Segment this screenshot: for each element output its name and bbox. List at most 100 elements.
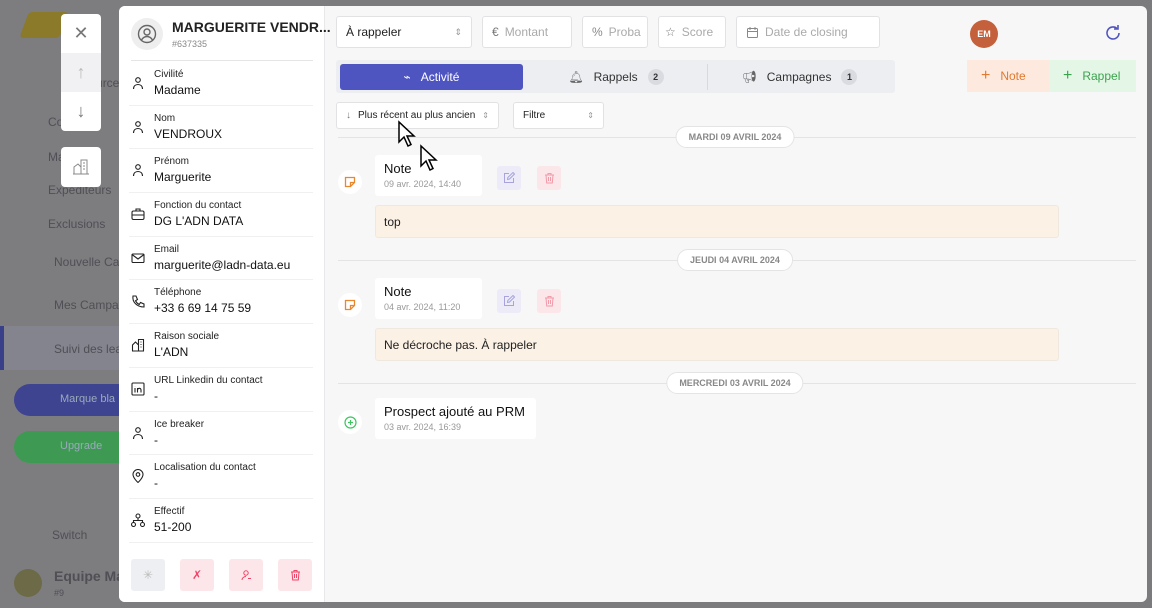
- edit-button[interactable]: [497, 166, 521, 190]
- close-icon: ✕: [73, 23, 89, 43]
- field-label: Téléphone: [154, 287, 202, 299]
- proba-placeholder: Proba: [608, 25, 641, 39]
- proba-input[interactable]: % Proba: [582, 16, 648, 48]
- tab-rappels[interactable]: 🔔︎ Rappels 2: [526, 64, 706, 90]
- date-pill: JEUDI 04 AVRIL 2024: [677, 249, 793, 271]
- arrow-down-icon: ↓: [346, 110, 351, 121]
- note-body: top: [375, 205, 1059, 238]
- user-icon: [132, 426, 144, 439]
- tab-label: Activité: [420, 70, 460, 84]
- status-select[interactable]: À rappeler ⇕: [336, 16, 472, 48]
- delete-button[interactable]: [537, 166, 561, 190]
- sidebar-item: Nouvelle Ca: [54, 255, 120, 269]
- field-value[interactable]: Madame: [154, 83, 201, 97]
- add-note-label: Note: [1000, 69, 1026, 83]
- chevron-updown-icon: ⇕: [454, 26, 462, 37]
- event-title: Note: [384, 284, 412, 299]
- score-input[interactable]: ☆ Score: [658, 16, 726, 48]
- timeline-controls: ↓ Plus récent au plus ancien ⇕ Filtre ⇕: [336, 102, 604, 129]
- contact-panel: MARGUERITE VENDR... #637335 Civilité Mada…: [119, 6, 1147, 602]
- enrich-button[interactable]: ✳: [131, 559, 165, 591]
- field-row: Civilité Madame: [129, 62, 313, 106]
- tab-activite[interactable]: ⌁ Activité: [340, 64, 523, 90]
- euro-icon: €: [492, 25, 499, 39]
- sidebar-item: Switch: [52, 528, 88, 542]
- event-card: Prospect ajouté au PRM 03 avr. 2024, 16:3…: [375, 398, 536, 439]
- company-button[interactable]: [61, 147, 101, 187]
- event-time: 09 avr. 2024, 14:40: [384, 179, 462, 189]
- filter-select[interactable]: Filtre ⇕: [513, 102, 604, 129]
- mail-icon: [131, 253, 145, 263]
- field-value[interactable]: Marguerite: [154, 170, 211, 184]
- percent-icon: %: [592, 25, 603, 39]
- status-value: À rappeler: [346, 25, 402, 39]
- linkedin-icon: [131, 382, 145, 396]
- field-value[interactable]: 51-200: [154, 520, 191, 534]
- plus-circle-icon: [338, 410, 362, 434]
- edit-button[interactable]: [497, 289, 521, 313]
- next-button[interactable]: ↓: [61, 92, 101, 131]
- field-list: Civilité Madame Nom VENDROUX Prénom Marguerit…: [129, 62, 313, 544]
- plus-icon: +: [1063, 67, 1073, 84]
- field-value[interactable]: L'ADN: [154, 345, 188, 359]
- add-note-button[interactable]: + Note: [967, 60, 1049, 92]
- field-label: Email: [154, 243, 180, 255]
- chevron-updown-icon: ⇕: [587, 111, 594, 120]
- note-icon: [338, 293, 362, 317]
- note-icon: [338, 170, 362, 194]
- tab-campagnes[interactable]: 📢︎ Campagnes 1: [708, 64, 891, 90]
- building-icon: [131, 339, 145, 352]
- field-row: Nom VENDROUX: [129, 106, 313, 150]
- close-button[interactable]: ✕: [61, 14, 101, 53]
- date-pill: MARDI 09 AVRIL 2024: [675, 126, 795, 148]
- contact-details: MARGUERITE VENDR... #637335 Civilité Mada…: [119, 6, 331, 602]
- field-value[interactable]: +33 6 69 14 75 59: [154, 301, 251, 315]
- delete-button[interactable]: [537, 289, 561, 313]
- closing-placeholder: Date de closing: [765, 25, 848, 39]
- field-row: Prénom Marguerite: [129, 149, 313, 194]
- bell-icon: 🔔︎: [568, 70, 584, 84]
- closing-date-input[interactable]: Date de closing: [736, 16, 880, 48]
- building-icon: [61, 147, 101, 186]
- field-value[interactable]: -: [154, 476, 158, 490]
- contact-id: #637335: [172, 39, 208, 49]
- field-label: Ice breaker: [154, 418, 205, 430]
- previous-button[interactable]: ↑: [61, 53, 101, 92]
- field-row: Localisation du contact -: [129, 455, 313, 499]
- field-label: URL Linkedin du contact: [154, 374, 263, 386]
- refresh-button[interactable]: [1103, 23, 1123, 48]
- field-row: URL Linkedin du contact -: [129, 368, 313, 412]
- user-circle-icon: [137, 24, 157, 44]
- delete-contact-button[interactable]: [278, 559, 312, 591]
- trash-icon: [290, 570, 300, 581]
- add-rappel-button[interactable]: + Rappel: [1049, 60, 1136, 92]
- arrow-down-icon: ↓: [76, 101, 86, 121]
- field-value[interactable]: DG L'ADN DATA: [154, 214, 243, 228]
- assign-user-button[interactable]: [229, 559, 263, 591]
- mouse-cursor-icon: [398, 120, 416, 148]
- user-icon: [132, 120, 144, 133]
- chevron-updown-icon: ⇕: [482, 111, 489, 120]
- field-label: Fonction du contact: [154, 200, 242, 212]
- owner-avatar[interactable]: EM: [970, 20, 998, 48]
- user-icon: [132, 77, 144, 90]
- field-value[interactable]: VENDROUX: [154, 127, 222, 141]
- field-value[interactable]: marguerite@ladn-data.eu: [154, 258, 290, 272]
- refresh-icon: [1106, 25, 1120, 40]
- field-label: Raison sociale: [154, 331, 220, 343]
- plus-icon: +: [981, 67, 991, 84]
- activity-tabs: ⌁ Activité 🔔︎ Rappels 2 📢︎ Campagnes 1: [336, 60, 895, 93]
- score-placeholder: Score: [681, 25, 714, 39]
- amount-input[interactable]: € Montant: [482, 16, 572, 48]
- briefcase-icon: [131, 208, 145, 221]
- phone-icon: [132, 295, 145, 308]
- field-value[interactable]: -: [154, 389, 158, 403]
- field-value[interactable]: -: [154, 433, 158, 447]
- field-label: Prénom: [154, 156, 190, 168]
- edit-icon: [504, 172, 515, 183]
- date-pill: MERCREDI 03 AVRIL 2024: [666, 372, 804, 394]
- field-row: CA: [129, 543, 313, 544]
- field-row: Ice breaker -: [129, 412, 313, 456]
- megaphone-icon: 📢︎: [741, 70, 757, 84]
- unassign-button[interactable]: ✗: [180, 559, 214, 591]
